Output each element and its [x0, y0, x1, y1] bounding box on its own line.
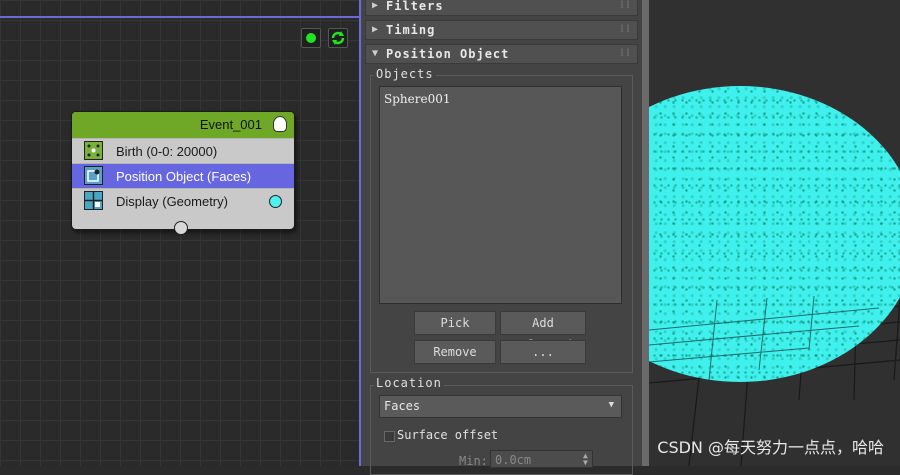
- operator-birth[interactable]: Birth (0-0: 20000): [72, 138, 294, 163]
- refresh-icon: [331, 31, 345, 45]
- position-object-icon: [84, 166, 103, 185]
- viewport-3d[interactable]: [649, 0, 900, 466]
- event-output-port[interactable]: [174, 221, 188, 235]
- location-dropdown[interactable]: Faces ▼: [379, 395, 622, 418]
- list-item[interactable]: Sphere001: [384, 92, 450, 106]
- run-button[interactable]: [301, 28, 321, 48]
- surface-offset-checkbox[interactable]: [384, 431, 395, 442]
- lightbulb-icon[interactable]: [273, 116, 287, 132]
- min-spinner[interactable]: 0.0cm: [490, 450, 593, 468]
- rollout-position-object[interactable]: ▼ Position Object ⁞⁞: [365, 44, 638, 64]
- operator-label: Position Object (Faces): [116, 169, 252, 184]
- min-value: 0.0cm: [495, 453, 532, 467]
- grip-icon: ⁞⁞: [618, 24, 631, 35]
- rollout-filters[interactable]: ▶ Filters ⁞⁞: [365, 0, 638, 16]
- parameters-panel: ▶ Filters ⁞⁞ ▶ Timing ⁞⁞ ▼ Position Obje…: [361, 0, 642, 475]
- rollout-timing[interactable]: ▶ Timing ⁞⁞: [365, 20, 638, 40]
- add-selected-button[interactable]: Add selected: [500, 311, 586, 352]
- pick-button[interactable]: Pick: [414, 311, 496, 335]
- grip-icon: ⁞⁞: [618, 48, 631, 59]
- spinner-arrows-icon[interactable]: ▲ ▼: [583, 452, 588, 467]
- operator-display[interactable]: Display (Geometry): [72, 188, 294, 213]
- operator-position-object[interactable]: Position Object (Faces): [72, 163, 294, 188]
- dropdown-value: Faces: [384, 399, 421, 413]
- rollout-title: Position Object: [386, 47, 510, 61]
- grip-icon: ⁞⁞: [618, 0, 631, 11]
- surface-offset-label: Surface offset: [397, 428, 499, 442]
- operator-label: Birth (0-0: 20000): [116, 144, 218, 159]
- collapse-arrow-icon: ▼: [372, 48, 379, 59]
- watermark: CSDN @每天努力一点点，哈哈: [657, 438, 884, 457]
- more-button[interactable]: ...: [500, 340, 586, 364]
- particle-view-graph[interactable]: Event_001 Birth (0-0: 20000) Position Ob…: [0, 0, 361, 466]
- event-node[interactable]: Event_001 Birth (0-0: 20000) Position Ob…: [71, 111, 295, 230]
- operator-label: Display (Geometry): [116, 194, 228, 209]
- location-group-label: Location: [374, 376, 444, 390]
- expand-arrow-icon: ▶: [372, 24, 379, 35]
- event-header[interactable]: Event_001: [72, 112, 294, 138]
- objects-list[interactable]: Sphere001: [379, 86, 622, 304]
- refresh-button[interactable]: [328, 28, 348, 48]
- objects-group-label: Objects: [374, 67, 436, 81]
- chevron-down-icon: ▼: [608, 400, 614, 410]
- birth-icon: [84, 141, 103, 160]
- remove-button[interactable]: Remove: [414, 340, 496, 364]
- expand-arrow-icon: ▶: [372, 0, 379, 11]
- display-icon: [84, 191, 103, 210]
- green-dot-icon: [306, 33, 316, 43]
- event-title: Event_001: [199, 117, 262, 132]
- display-color-swatch[interactable]: [269, 195, 282, 208]
- rollout-title: Filters: [386, 0, 444, 13]
- rollout-title: Timing: [386, 23, 436, 37]
- grid-overlay: [649, 295, 880, 381]
- panel-scrollbar[interactable]: [642, 0, 649, 466]
- scrollbar-thumb[interactable]: [642, 0, 649, 466]
